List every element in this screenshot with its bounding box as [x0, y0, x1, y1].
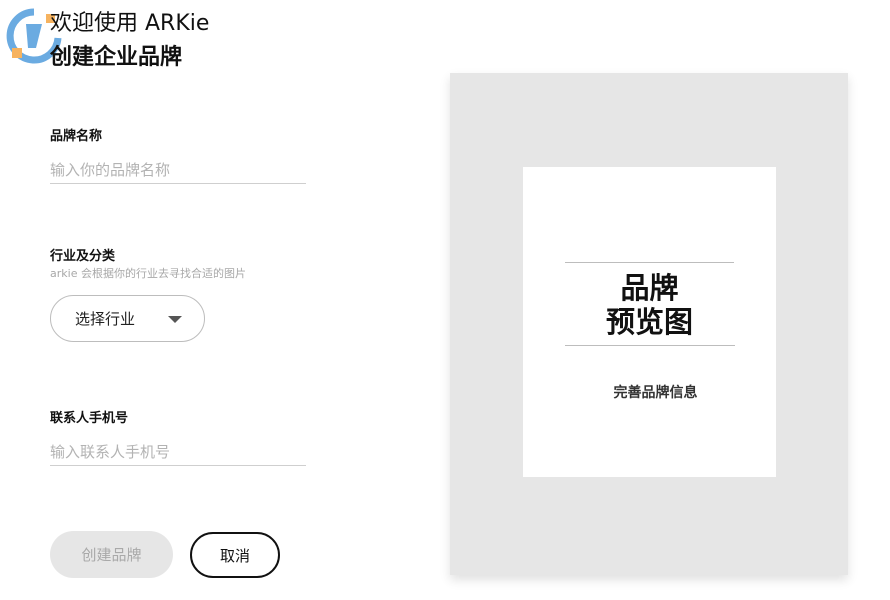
welcome-heading: 欢迎使用 ARKie — [50, 11, 210, 36]
preview-title-line2: 预览图 — [605, 305, 693, 339]
brand-name-input[interactable] — [50, 157, 306, 184]
industry-hint: arkie 会根据你的行业去寻找合适的图片 — [50, 267, 246, 280]
cancel-button[interactable]: 取消 — [190, 532, 280, 578]
industry-label: 行业及分类 — [50, 249, 116, 264]
create-brand-button[interactable]: 创建品牌 — [50, 531, 173, 578]
industry-select[interactable]: 选择行业 — [50, 295, 205, 342]
phone-input[interactable] — [50, 439, 306, 466]
phone-label: 联系人手机号 — [50, 411, 129, 426]
preview-divider-bottom — [565, 345, 735, 346]
brand-preview-panel: 品牌 预览图 完善品牌信息 — [450, 73, 848, 575]
page-title: 创建企业品牌 — [50, 45, 183, 70]
preview-caption: 完善品牌信息 — [613, 385, 698, 401]
industry-select-value: 选择行业 — [75, 310, 136, 328]
preview-divider-top — [565, 262, 734, 263]
preview-title-line1: 品牌 — [620, 271, 679, 305]
brand-preview-card: 品牌 预览图 完善品牌信息 — [523, 167, 776, 477]
caret-down-icon — [168, 316, 182, 323]
brand-name-label: 品牌名称 — [50, 129, 103, 144]
